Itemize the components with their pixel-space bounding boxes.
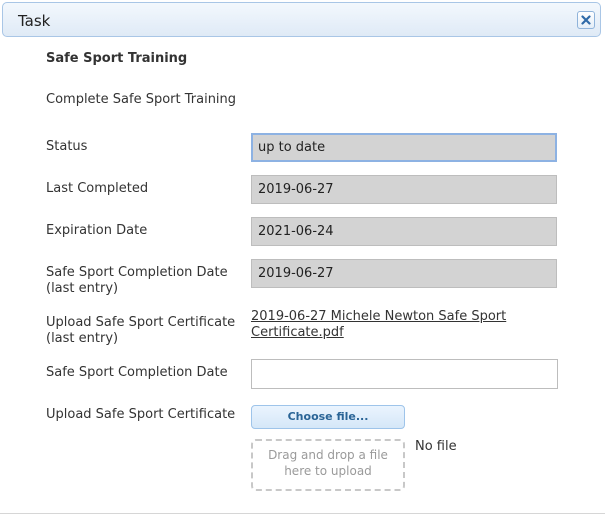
- task-heading: Safe Sport Training: [46, 51, 188, 66]
- last-completed-field[interactable]: 2019-06-27: [251, 175, 557, 204]
- completion-date-last-entry-label: Safe Sport Completion Date (last entry): [46, 265, 228, 296]
- dialog-bottom-divider: [0, 513, 605, 514]
- close-x-icon: [581, 15, 591, 25]
- dialog-title: Task: [18, 12, 51, 30]
- expiration-date-label: Expiration Date: [46, 223, 148, 238]
- file-status: No file: [415, 439, 457, 454]
- completion-date-last-entry-field[interactable]: 2019-06-27: [251, 259, 557, 288]
- certificate-file-link[interactable]: 2019-06-27 Michele Newton Safe Sport Cer…: [251, 309, 551, 341]
- completion-date-input[interactable]: [251, 359, 558, 389]
- file-dropzone[interactable]: Drag and drop a file here to upload: [251, 439, 405, 491]
- dialog-titlebar: Task: [2, 2, 601, 37]
- status-field[interactable]: up to date: [251, 133, 557, 162]
- last-completed-label: Last Completed: [46, 181, 149, 196]
- certificate-last-entry-label: Upload Safe Sport Certificate (last entr…: [46, 315, 236, 346]
- upload-certificate-label: Upload Safe Sport Certificate: [46, 407, 236, 422]
- expiration-date-field[interactable]: 2021-06-24: [251, 217, 557, 246]
- status-label: Status: [46, 139, 88, 154]
- close-button[interactable]: [577, 11, 595, 29]
- completion-date-label: Safe Sport Completion Date: [46, 365, 228, 380]
- task-description: Complete Safe Sport Training: [46, 92, 237, 107]
- choose-file-button[interactable]: Choose file...: [251, 405, 405, 429]
- task-dialog: Task Safe Sport Training Complete Safe S…: [0, 0, 605, 516]
